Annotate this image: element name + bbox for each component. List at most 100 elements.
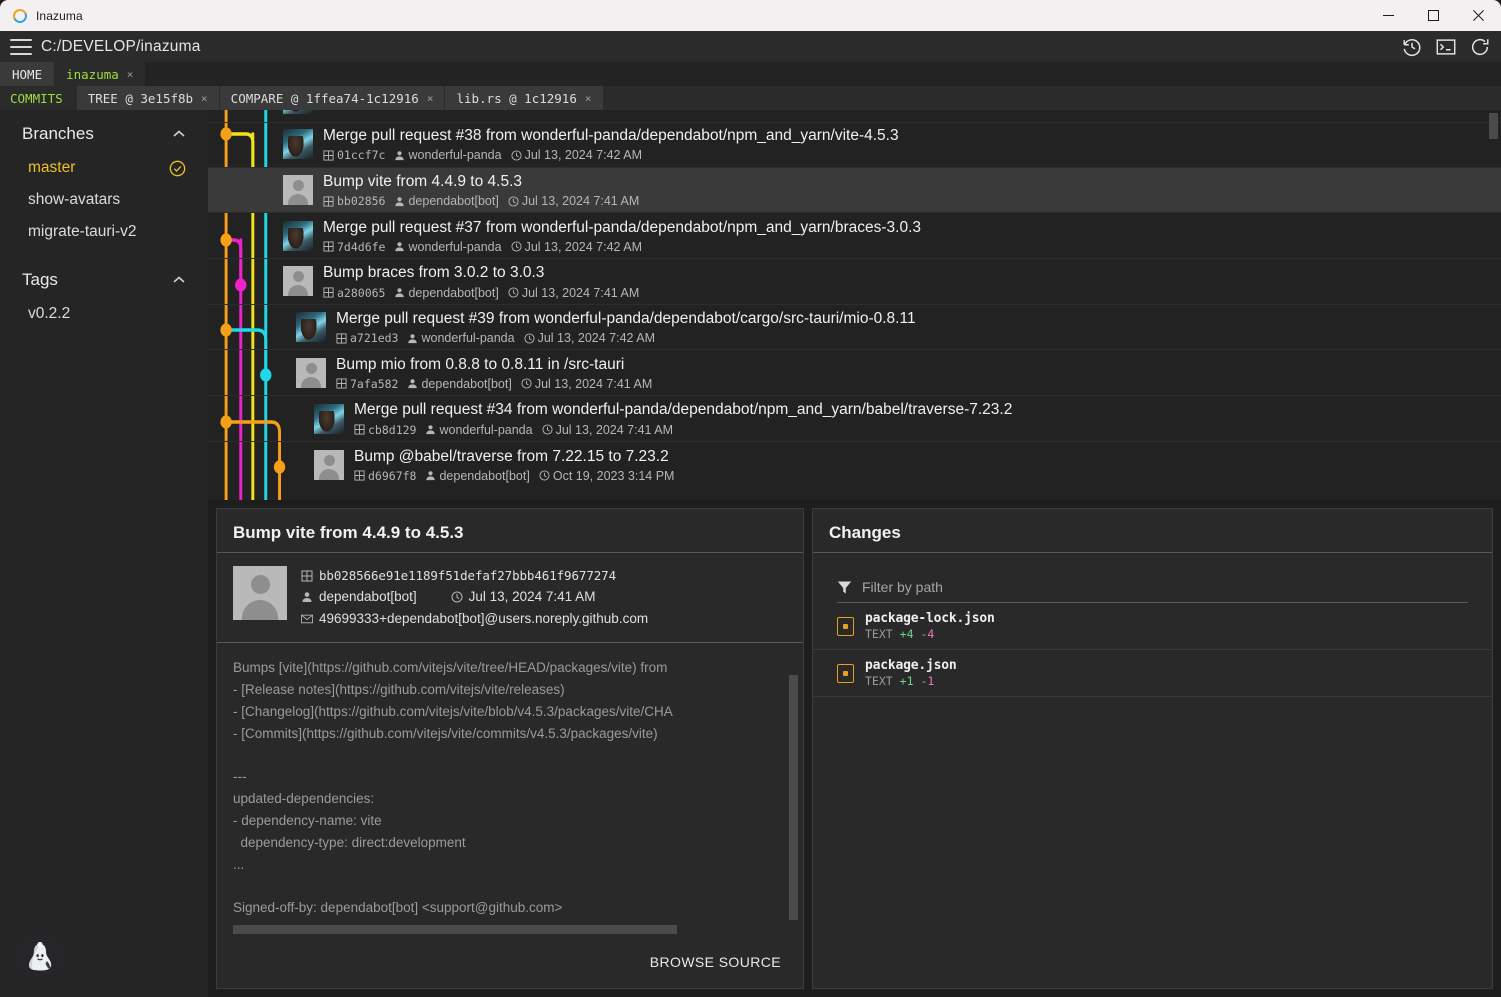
commit-author-date-row: dependabot[bot] Jul 13, 2024 7:41 AM bbox=[301, 586, 648, 608]
table-row[interactable]: Bump vite from 4.4.9 to 4.5.3 bb02856 de… bbox=[208, 167, 1501, 214]
sidebar-item-label: show-avatars bbox=[28, 191, 121, 208]
close-icon[interactable]: × bbox=[201, 92, 208, 105]
commit-summary: Merge pull request #38 from wonderful-pa… bbox=[323, 127, 899, 145]
sidebar-item-master[interactable]: master bbox=[0, 152, 208, 184]
sidebar-section-tags[interactable]: Tags bbox=[0, 248, 208, 298]
sidebar-item-show-avatars[interactable]: show-avatars bbox=[0, 184, 208, 216]
sidebar-section-branches[interactable]: Branches bbox=[0, 110, 208, 152]
commit-date: Jul 13, 2024 7:41 AM bbox=[555, 422, 674, 437]
secondary-tab-bar: COMMITS TREE @ 3e15f8b × COMPARE @ 1ffea… bbox=[0, 86, 1501, 110]
tab-librs[interactable]: lib.rs @ 1c12916 × bbox=[445, 86, 604, 110]
commit-meta: 7d4d6fe wonderful-panda Jul 13, 2024 7:4… bbox=[323, 240, 921, 254]
tab-home[interactable]: HOME bbox=[0, 62, 55, 86]
primary-tab-bar: HOME inazuma × bbox=[0, 62, 1501, 86]
commit-author: wonderful-panda bbox=[421, 331, 515, 346]
horizontal-scrollbar[interactable] bbox=[233, 925, 677, 934]
mascot-avatar-icon[interactable] bbox=[14, 931, 66, 983]
window-title-bar: Inazuma bbox=[0, 0, 1501, 31]
sidebar-item-migrate-tauri-v2[interactable]: migrate-tauri-v2 bbox=[0, 216, 208, 248]
commit-date: Jul 13, 2024 7:41 AM bbox=[534, 376, 653, 391]
inazuma-logo-icon bbox=[11, 6, 29, 25]
tab-inazuma-label: inazuma bbox=[66, 66, 119, 82]
sidebar-item-label: master bbox=[28, 159, 76, 176]
vertical-scrollbar[interactable] bbox=[1489, 113, 1498, 139]
table-row[interactable]: Bump mio from 0.8.8 to 0.8.11 in /src-ta… bbox=[208, 351, 1501, 397]
tab-commits[interactable]: COMMITS bbox=[0, 86, 77, 110]
tab-compare-label: COMPARE @ 1ffea74-1c12916 bbox=[230, 90, 419, 106]
commit-meta: 7afa582 dependabot[bot] Jul 13, 2024 7:4… bbox=[336, 377, 652, 391]
commit-sha: a280065 bbox=[337, 285, 386, 300]
tab-inazuma[interactable]: inazuma × bbox=[54, 62, 146, 86]
commit-author: dependabot[bot] bbox=[408, 285, 499, 300]
modified-badge-icon bbox=[837, 663, 854, 683]
chevron-up-icon[interactable] bbox=[172, 273, 186, 287]
window-title: Inazuma bbox=[36, 8, 83, 23]
tab-commits-label: COMMITS bbox=[10, 90, 63, 106]
hamburger-menu-icon[interactable] bbox=[10, 38, 32, 55]
file-stat: TEXT +4 -4 bbox=[865, 627, 995, 641]
commit-sha-row: bb028566e91e1189f51defaf27bbb461f9677274 bbox=[301, 566, 648, 586]
sidebar-item-label: v0.2.2 bbox=[28, 305, 71, 322]
lines-removed: -1 bbox=[920, 674, 935, 688]
commit-date: Jul 13, 2024 7:41 AM bbox=[521, 285, 640, 300]
table-row[interactable]: Merge pull request #38 from wonderful-pa… bbox=[208, 122, 1501, 168]
window-controls bbox=[1366, 0, 1501, 31]
lines-removed: -4 bbox=[920, 627, 935, 641]
refresh-icon[interactable] bbox=[1469, 36, 1491, 58]
sidebar-item-label: migrate-tauri-v2 bbox=[28, 223, 137, 240]
close-icon[interactable]: × bbox=[585, 92, 592, 105]
lines-added: +1 bbox=[899, 674, 914, 688]
table-row[interactable]: a19e701 Iwata Hidetaka Jul 20, 2024 10:1… bbox=[208, 110, 1501, 123]
tab-home-label: HOME bbox=[12, 66, 43, 82]
maximize-icon[interactable] bbox=[1411, 0, 1456, 31]
table-row[interactable]: Merge pull request #37 from wonderful-pa… bbox=[208, 213, 1501, 260]
avatar bbox=[283, 266, 313, 297]
tab-tree[interactable]: TREE @ 3e15f8b × bbox=[76, 86, 220, 110]
minimize-icon[interactable] bbox=[1366, 0, 1411, 31]
list-item[interactable]: package-lock.json TEXT +4 -4 bbox=[813, 603, 1492, 650]
terminal-icon[interactable] bbox=[1435, 36, 1457, 58]
table-row[interactable]: Bump @babel/traverse from 7.22.15 to 7.2… bbox=[208, 442, 1501, 488]
commit-info: bb028566e91e1189f51defaf27bbb461f9677274… bbox=[217, 553, 803, 643]
table-row[interactable]: Merge pull request #34 from wonderful-pa… bbox=[208, 396, 1501, 442]
avatar bbox=[283, 110, 313, 115]
browse-source-button[interactable]: BROWSE SOURCE bbox=[644, 950, 787, 974]
commit-date: Jul 13, 2024 7:42 AM bbox=[537, 331, 656, 346]
filter-path-input[interactable] bbox=[862, 579, 1468, 595]
close-icon[interactable] bbox=[1456, 0, 1501, 31]
tab-compare[interactable]: COMPARE @ 1ffea74-1c12916 × bbox=[219, 86, 446, 110]
commit-meta: bb02856 dependabot[bot] Jul 13, 2024 7:4… bbox=[323, 194, 639, 208]
person-icon bbox=[302, 592, 312, 603]
commit-sha: 7afa582 bbox=[350, 376, 399, 391]
table-row[interactable]: Merge pull request #39 from wonderful-pa… bbox=[208, 305, 1501, 351]
commit-date: Jul 13, 2024 7:41 AM bbox=[521, 194, 640, 209]
sidebar-item-v022[interactable]: v0.2.2 bbox=[0, 298, 208, 330]
commit-date: Oct 19, 2023 3:14 PM bbox=[552, 468, 675, 483]
app-body: Branches master show-avatars migrate-tau… bbox=[0, 110, 1501, 997]
avatar bbox=[314, 449, 344, 480]
close-icon[interactable]: × bbox=[427, 92, 434, 105]
commit-sha: bb02856 bbox=[337, 194, 386, 209]
vertical-scrollbar[interactable] bbox=[789, 675, 798, 920]
table-row[interactable]: Bump braces from 3.0.2 to 3.0.3 a280065 … bbox=[208, 259, 1501, 305]
tab-tree-label: TREE @ 3e15f8b bbox=[87, 90, 194, 106]
commit-sha: d6967f8 bbox=[368, 468, 417, 483]
bottom-panels: Bump vite from 4.4.9 to 4.5.3 bb028566e9… bbox=[208, 500, 1501, 997]
history-icon[interactable] bbox=[1401, 36, 1423, 58]
avatar bbox=[314, 403, 344, 434]
commit-author: wonderful-panda bbox=[439, 422, 533, 437]
avatar bbox=[283, 129, 313, 160]
sidebar-section-tags-title: Tags bbox=[22, 270, 58, 289]
avatar bbox=[296, 357, 326, 388]
avatar bbox=[283, 220, 313, 251]
commit-meta: 01ccf7c wonderful-panda Jul 13, 2024 7:4… bbox=[323, 148, 899, 162]
commit-author: wonderful-panda bbox=[408, 148, 502, 163]
chevron-up-icon[interactable] bbox=[172, 127, 186, 141]
commit-sha: 7d4d6fe bbox=[337, 239, 386, 254]
file-kind: TEXT bbox=[865, 674, 893, 688]
close-icon[interactable]: × bbox=[127, 68, 134, 81]
list-item[interactable]: package.json TEXT +1 -1 bbox=[813, 650, 1492, 697]
commit-summary: Bump mio from 0.8.8 to 0.8.11 in /src-ta… bbox=[336, 355, 625, 373]
sidebar-section-branches-title: Branches bbox=[22, 124, 94, 143]
header-actions bbox=[1401, 36, 1491, 58]
